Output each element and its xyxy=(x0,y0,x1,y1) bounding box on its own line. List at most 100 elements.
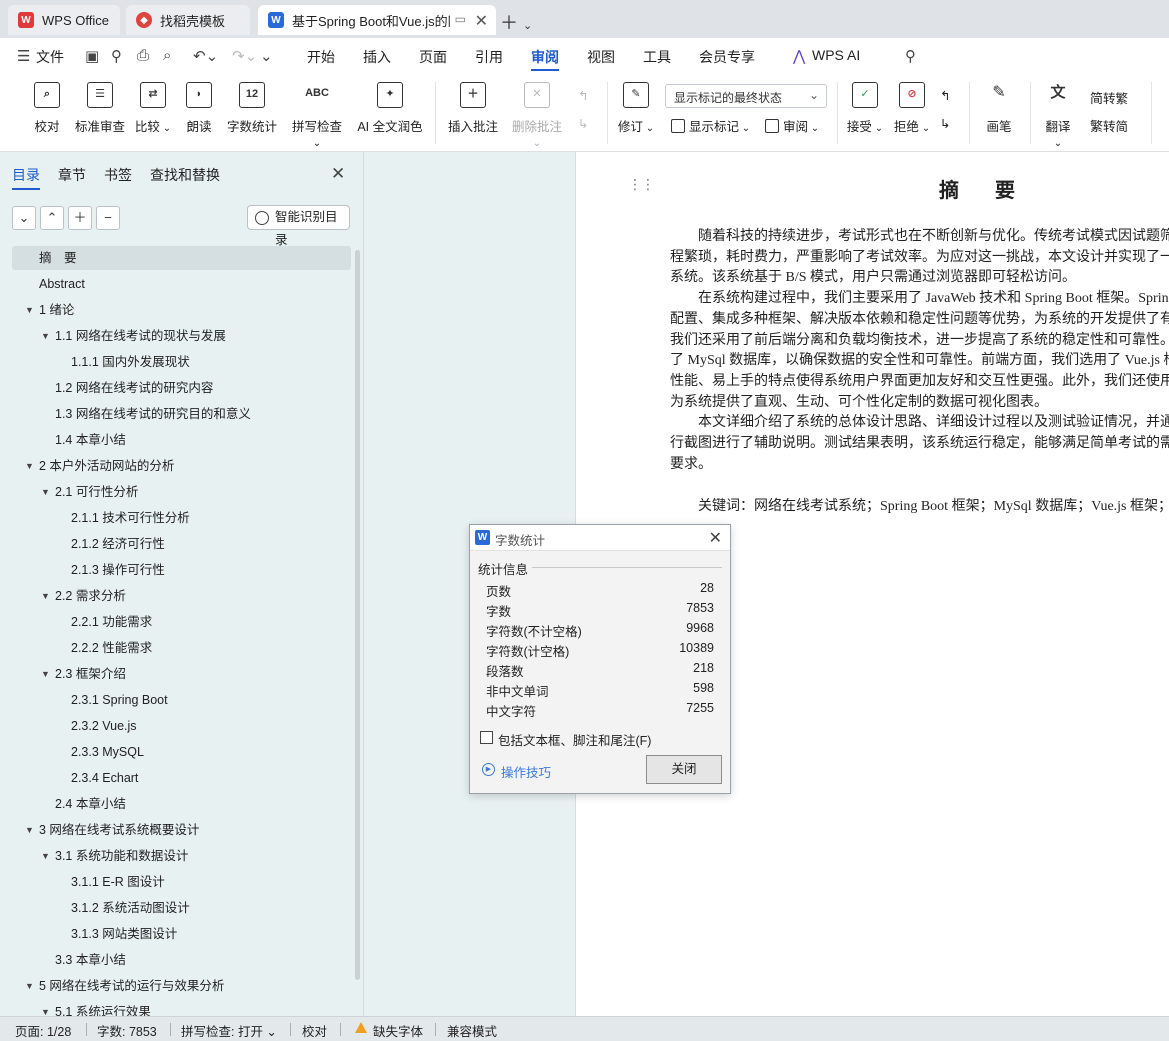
compare-button[interactable]: ⇄ 比较 ⌄ xyxy=(134,82,172,135)
dialog-titlebar[interactable]: W 字数统计 ✕ xyxy=(470,525,730,551)
include-textbox-label[interactable]: 包括文本框、脚注和尾注(F) xyxy=(498,730,651,749)
menu-membership[interactable]: 会员专享 xyxy=(699,47,755,67)
include-textbox-checkbox[interactable] xyxy=(480,731,493,744)
toc-item[interactable]: 2.1.1 技术可行性分析 xyxy=(12,506,351,530)
save-icon[interactable]: ▣ xyxy=(85,47,99,65)
track-changes-button[interactable]: ✎ 修订 ⌄ xyxy=(617,82,655,135)
toc-item[interactable]: 3.1.2 系统活动图设计 xyxy=(12,896,351,920)
expand-caret-icon[interactable]: ▼ xyxy=(25,454,34,478)
toc-item[interactable]: ▼ 2 本户外活动网站的分析 xyxy=(12,454,351,478)
play-tips-icon[interactable]: ▶ xyxy=(482,763,495,776)
expand-caret-icon[interactable]: ▼ xyxy=(41,480,50,504)
toc-item[interactable]: 1.4 本章小结 xyxy=(12,428,351,452)
spell-check-button[interactable]: ABC 拼写检查 ⌄ xyxy=(287,82,347,149)
toc-item[interactable]: 摘 要 xyxy=(12,246,351,270)
word-count-button[interactable]: 12 字数统计 xyxy=(226,82,278,135)
close-button[interactable]: 关闭 xyxy=(646,755,722,784)
add-heading-icon[interactable]: ＋ xyxy=(68,206,92,230)
expand-caret-icon[interactable]: ▼ xyxy=(41,844,50,868)
redo-icon[interactable]: ↷⌄ xyxy=(232,47,257,65)
proofread-status[interactable]: 校对 xyxy=(302,1021,327,1040)
print-icon[interactable]: ⎙ xyxy=(137,47,149,64)
close-pane-icon[interactable]: ✕ xyxy=(331,164,345,184)
expand-caret-icon[interactable]: ▼ xyxy=(25,818,34,842)
menu-references[interactable]: 引用 xyxy=(475,47,503,67)
read-aloud-button[interactable]: ◗ 朗读 xyxy=(184,82,214,135)
translate-button[interactable]: 文翻译 ⌄ xyxy=(1040,82,1076,149)
menu-insert[interactable]: 插入 xyxy=(363,47,391,67)
hamburger-menu-icon[interactable]: ☰ xyxy=(17,47,30,65)
word-count-indicator[interactable]: 字数: 7853 xyxy=(97,1021,157,1040)
toc-item[interactable]: Abstract xyxy=(12,272,351,296)
menu-page[interactable]: 页面 xyxy=(419,47,447,67)
close-icon[interactable]: ✕ xyxy=(709,528,722,548)
collapse-down-icon[interactable]: ⌄ xyxy=(12,206,36,230)
toc-item[interactable]: 2.3.3 MySQL xyxy=(12,740,351,764)
expand-caret-icon[interactable]: ▼ xyxy=(41,662,50,686)
close-tab-icon[interactable]: ✕ xyxy=(475,11,488,31)
new-tab-plus-icon[interactable]: ＋ ⌄ xyxy=(500,9,532,35)
tab-chapters[interactable]: 章节 xyxy=(58,165,86,185)
quick-access-dropdown-icon[interactable]: ⌄ xyxy=(260,47,273,65)
menu-file[interactable]: 文件 xyxy=(36,47,64,67)
toc-item[interactable]: ▼ 1.1 网络在线考试的现状与发展 xyxy=(12,324,351,348)
expand-caret-icon[interactable]: ▼ xyxy=(41,324,50,348)
accept-button[interactable]: ✓ 接受 ⌄ xyxy=(846,82,884,135)
expand-caret-icon[interactable]: ▼ xyxy=(25,974,34,998)
toc-item[interactable]: 2.3.1 Spring Boot xyxy=(12,688,351,712)
toc-item[interactable]: 2.3.2 Vue.js xyxy=(12,714,351,738)
remove-heading-icon[interactable]: − xyxy=(96,206,120,230)
tab-docer-templates[interactable]: ◆ 找稻壳模板 xyxy=(126,5,250,35)
menu-home[interactable]: 开始 xyxy=(307,47,335,67)
delete-comment-button[interactable]: ✕ 删除批注 ⌄ xyxy=(507,82,567,149)
toc-item[interactable]: 2.2.1 功能需求 xyxy=(12,610,351,634)
expand-caret-icon[interactable]: ▼ xyxy=(41,584,50,608)
tab-bookmarks[interactable]: 书签 xyxy=(104,165,132,185)
toc-item[interactable]: 2.1.3 操作可行性 xyxy=(12,558,351,582)
page-indicator[interactable]: 页面: 1/28 xyxy=(15,1021,71,1040)
toc-item[interactable]: ▼ 2.2 需求分析 xyxy=(12,584,351,608)
monitor-icon[interactable]: ▭ xyxy=(455,12,466,26)
proofread-button[interactable]: ⌕ 校对 xyxy=(30,82,64,135)
smart-toc-button[interactable]: 智能识别目录 xyxy=(247,205,350,247)
toc-item[interactable]: 2.1.2 经济可行性 xyxy=(12,532,351,556)
print-preview-icon[interactable]: ⌕ xyxy=(163,47,171,64)
toc-scrollbar[interactable] xyxy=(355,250,360,980)
toc-item[interactable]: 2.3.4 Echart xyxy=(12,766,351,790)
menu-view[interactable]: 视图 xyxy=(587,47,615,67)
ai-polish-button[interactable]: ✦ AI 全文润色 xyxy=(356,82,424,135)
toc-item[interactable]: 3.3 本章小结 xyxy=(12,948,351,972)
menu-review[interactable]: 审阅 xyxy=(531,47,559,67)
tab-current-document[interactable]: W 基于Spring Boot和Vue.js的网 ▭ ✕ xyxy=(258,5,496,35)
menu-tools[interactable]: 工具 xyxy=(643,47,671,67)
toc-item[interactable]: 1.2 网络在线考试的研究内容 xyxy=(12,376,351,400)
toc-item[interactable]: 3.1.1 E-R 图设计 xyxy=(12,870,351,894)
review-pane-button[interactable]: 审阅 ⌄ xyxy=(765,116,819,135)
expand-caret-icon[interactable]: ▼ xyxy=(25,298,34,322)
menu-wps-ai[interactable]: WPS AI xyxy=(812,47,860,63)
toc-item[interactable]: ▼ 3 网络在线考试系统概要设计 xyxy=(12,818,351,842)
toc-item[interactable]: 2.4 本章小结 xyxy=(12,792,351,816)
pen-button[interactable]: ✎ 画笔 xyxy=(984,82,1014,135)
show-markup-button[interactable]: 显示标记 ⌄ xyxy=(671,116,750,135)
tab-toc[interactable]: 目录 xyxy=(12,165,40,185)
toc-item[interactable]: ▼ 2.3 框架介绍 xyxy=(12,662,351,686)
toc-item[interactable]: 2.2.2 性能需求 xyxy=(12,636,351,660)
missing-font-status[interactable]: 缺失字体 xyxy=(373,1021,423,1040)
link-icon[interactable]: ⚲ xyxy=(111,47,122,65)
toc-item[interactable]: 1.3 网络在线考试的研究目的和意义 xyxy=(12,402,351,426)
previous-comment-icon[interactable]: ↰ xyxy=(578,88,588,103)
markup-state-select[interactable]: 显示标记的最终状态 ⌄ xyxy=(665,84,827,108)
toc-item[interactable]: 3.1.3 网站类图设计 xyxy=(12,922,351,946)
drag-handle-icon[interactable]: ⋮⋮ xyxy=(628,176,655,193)
reject-button[interactable]: ⊘ 拒绝 ⌄ xyxy=(893,82,931,135)
toc-item[interactable]: ▼ 2.1 可行性分析 xyxy=(12,480,351,504)
toc-item[interactable]: 1.1.1 国内外发展现状 xyxy=(12,350,351,374)
next-change-icon[interactable]: ↳ xyxy=(940,116,950,131)
standard-review-button[interactable]: ☰ 标准审查 xyxy=(74,82,126,135)
tab-wps-office[interactable]: W WPS Office xyxy=(8,5,120,35)
insert-comment-button[interactable]: ＋ 插入批注 xyxy=(447,82,499,135)
undo-icon[interactable]: ↶⌄ xyxy=(193,47,218,65)
toc-item[interactable]: ▼ 5 网络在线考试的运行与效果分析 xyxy=(12,974,351,998)
previous-change-icon[interactable]: ↰ xyxy=(940,88,950,103)
